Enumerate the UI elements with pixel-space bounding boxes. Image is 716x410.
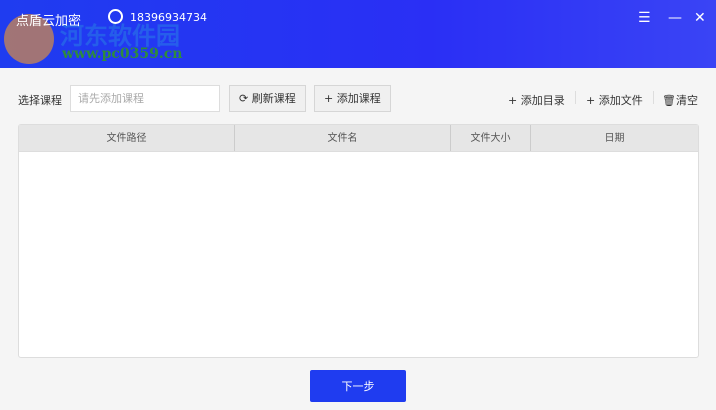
table-header: 文件路径 文件名 文件大小 日期 bbox=[19, 125, 698, 152]
refresh-icon: ⟳ bbox=[239, 92, 252, 105]
file-table: 文件路径 文件名 文件大小 日期 bbox=[18, 124, 699, 358]
divider bbox=[653, 91, 654, 104]
col-file-path[interactable]: 文件路径 bbox=[19, 125, 235, 151]
phone-number: 18396934734 bbox=[130, 11, 207, 24]
col-file-size[interactable]: 文件大小 bbox=[451, 125, 531, 151]
next-step-button[interactable]: 下一步 bbox=[310, 370, 406, 402]
refresh-course-button[interactable]: ⟳ 刷新课程 bbox=[229, 85, 306, 112]
title-bar: 河东软件园 www.pc0359.cn 点盾云加密 18396934734 ☰ … bbox=[0, 0, 716, 68]
col-date[interactable]: 日期 bbox=[531, 125, 698, 151]
minimize-icon[interactable]: — bbox=[668, 10, 682, 26]
divider bbox=[575, 91, 576, 104]
trash-icon: 🗑 bbox=[662, 94, 676, 107]
add-course-button[interactable]: + 添加课程 bbox=[314, 85, 391, 112]
add-directory-link[interactable]: + 添加目录 bbox=[508, 92, 565, 108]
close-icon[interactable]: ✕ bbox=[694, 10, 706, 26]
phone-icon bbox=[108, 9, 123, 24]
course-label: 选择课程 bbox=[18, 94, 62, 107]
app-title: 点盾云加密 bbox=[16, 14, 82, 29]
course-input[interactable] bbox=[70, 85, 220, 112]
clear-link[interactable]: 🗑清空 bbox=[662, 92, 698, 108]
refresh-label: 刷新课程 bbox=[251, 92, 296, 105]
menu-icon[interactable]: ☰ bbox=[638, 10, 651, 26]
col-file-name[interactable]: 文件名 bbox=[235, 125, 451, 151]
add-file-link[interactable]: + 添加文件 bbox=[586, 92, 643, 108]
clear-label: 清空 bbox=[675, 94, 698, 107]
watermark-url: www.pc0359.cn bbox=[62, 46, 183, 62]
